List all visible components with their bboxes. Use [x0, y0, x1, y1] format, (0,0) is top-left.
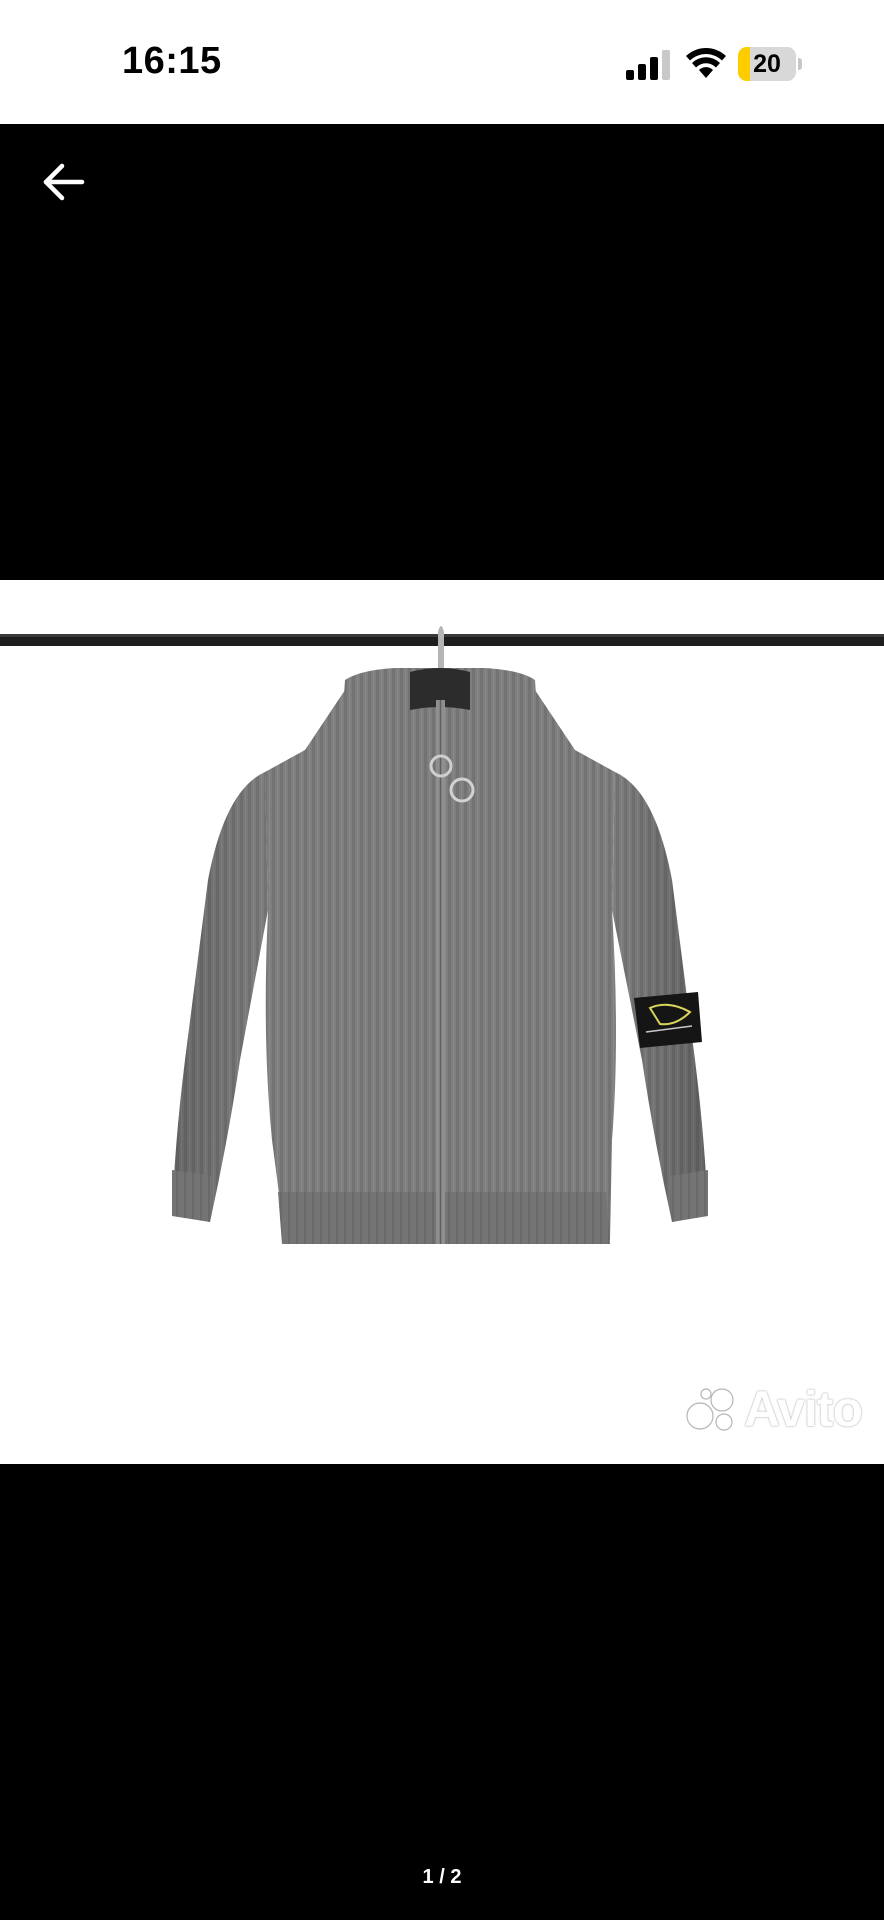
- jumper-image: [0, 626, 884, 1244]
- status-bar: 16:15 20: [0, 0, 884, 124]
- arrow-left-icon: [43, 163, 85, 201]
- status-time: 16:15: [122, 40, 222, 82]
- arm-badge: [634, 992, 702, 1048]
- watermark-text: Avito: [743, 1381, 863, 1437]
- back-button[interactable]: [32, 150, 96, 214]
- battery-body: 20: [738, 47, 796, 81]
- wifi-icon: [686, 48, 726, 78]
- product-photo[interactable]: Avito: [0, 580, 884, 1464]
- page-indicator: 1 / 2: [422, 1866, 462, 1888]
- battery-indicator: 20: [738, 47, 802, 81]
- avito-watermark: Avito: [684, 1381, 863, 1437]
- photo-viewer[interactable]: Avito 1 / 2: [0, 124, 884, 1920]
- avito-logo-icon: [686, 1388, 734, 1431]
- cellular-signal-icon: [626, 50, 670, 80]
- battery-percentage: 20: [753, 50, 781, 78]
- right-cuff: [670, 1170, 708, 1222]
- left-cuff: [172, 1170, 213, 1222]
- battery-tip: [798, 58, 802, 70]
